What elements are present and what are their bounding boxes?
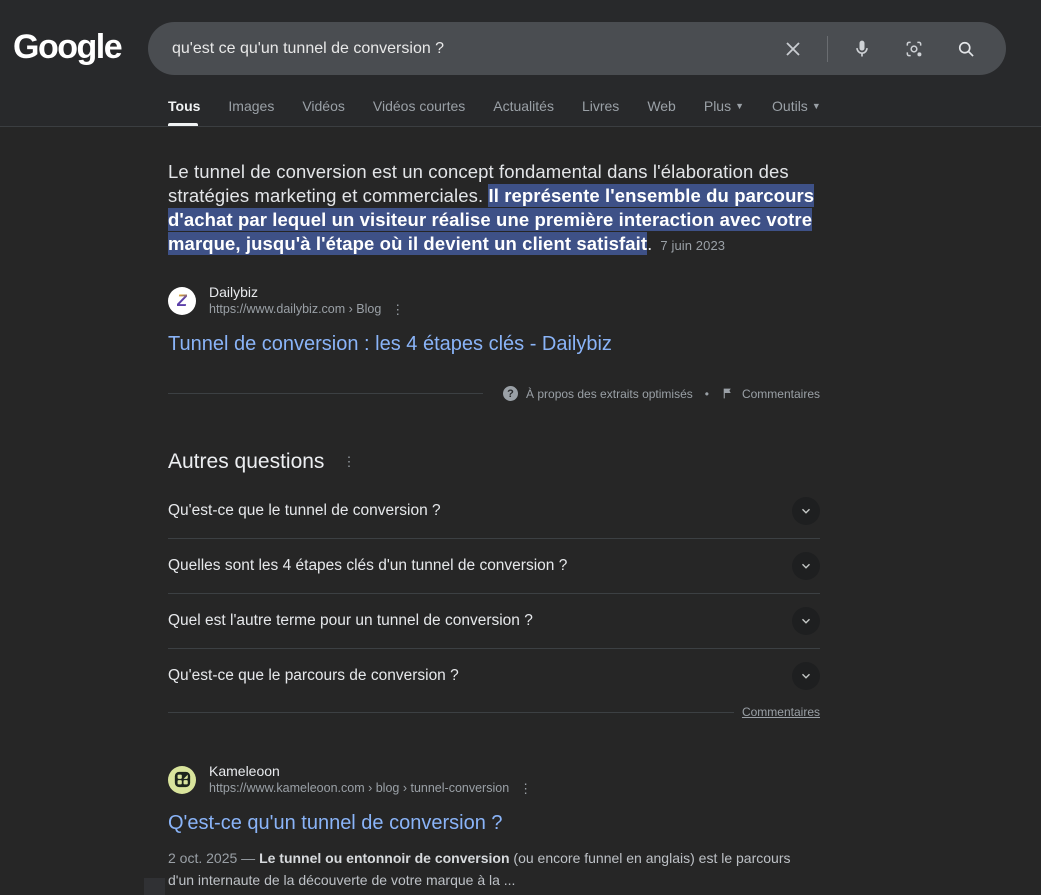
chevron-down-icon: ▼ <box>735 101 744 111</box>
tab-web[interactable]: Web <box>647 98 676 126</box>
search-icon[interactable] <box>946 29 986 69</box>
organic-result: Kameleoon https://www.kameleoon.com › bl… <box>168 762 820 891</box>
microphone-icon[interactable] <box>842 29 882 69</box>
tab-actualites[interactable]: Actualités <box>493 98 554 126</box>
site-name: Dailybiz <box>209 283 404 301</box>
flag-icon <box>721 387 734 400</box>
snippet-text-period: . <box>647 233 652 254</box>
expand-chevron-icon[interactable] <box>792 607 820 635</box>
paa-question-row[interactable]: Quelles sont les 4 étapes clés d'un tunn… <box>168 539 820 594</box>
about-snippets-link[interactable]: À propos des extraits optimisés <box>526 387 693 401</box>
featured-result-title-link[interactable]: Tunnel de conversion : les 4 étapes clés… <box>168 333 612 356</box>
dailybiz-favicon-icon: Z <box>168 287 196 315</box>
lens-camera-icon[interactable] <box>894 29 934 69</box>
people-also-ask-title: Autres questions <box>168 450 324 474</box>
kebab-menu-icon[interactable]: ⋮ <box>519 784 532 794</box>
search-header: Google qu'est ce qu'un tunnel de convers… <box>0 0 1041 127</box>
tab-videos[interactable]: Vidéos <box>302 98 345 126</box>
result-tabs: Tous Images Vidéos Vidéos courtes Actual… <box>168 88 821 126</box>
kebab-menu-icon[interactable]: ⋮ <box>391 305 404 315</box>
expand-chevron-icon[interactable] <box>792 552 820 580</box>
chevron-down-icon: ▼ <box>812 101 821 111</box>
paa-question-row[interactable]: Quel est l'autre terme pour un tunnel de… <box>168 594 820 649</box>
site-url: https://www.kameleoon.com › blog › tunne… <box>209 780 509 797</box>
browser-status-sliver <box>144 878 165 895</box>
tab-livres[interactable]: Livres <box>582 98 619 126</box>
result-source[interactable]: Kameleoon https://www.kameleoon.com › bl… <box>168 762 820 797</box>
expand-chevron-icon[interactable] <box>792 662 820 690</box>
featured-snippet-text: Le tunnel de conversion est un concept f… <box>168 160 820 258</box>
tab-videos-courtes[interactable]: Vidéos courtes <box>373 98 465 126</box>
paa-question-row[interactable]: Qu'est-ce que le parcours de conversion … <box>168 649 820 703</box>
tab-images[interactable]: Images <box>228 98 274 126</box>
results-area: Le tunnel de conversion est un concept f… <box>0 127 1041 891</box>
snippet-date: 7 juin 2023 <box>660 238 725 253</box>
kebab-menu-icon[interactable]: ⋮ <box>342 457 355 467</box>
result-date: 2 oct. 2025 — <box>168 850 259 866</box>
people-also-ask-list: Qu'est-ce que le tunnel de conversion ? … <box>168 484 820 703</box>
paa-question-row[interactable]: Qu'est-ce que le tunnel de conversion ? <box>168 484 820 539</box>
featured-snippet-source[interactable]: Z Dailybiz https://www.dailybiz.com › Bl… <box>168 283 820 318</box>
dot-separator: • <box>705 387 709 401</box>
result-description: 2 oct. 2025 — Le tunnel ou entonnoir de … <box>168 847 820 891</box>
tab-tous[interactable]: Tous <box>168 98 200 126</box>
help-icon[interactable]: ? <box>503 386 518 401</box>
expand-chevron-icon[interactable] <box>792 497 820 525</box>
paa-feedback-link[interactable]: Commentaires <box>742 705 820 719</box>
divider-line <box>168 393 483 394</box>
google-logo[interactable]: Google <box>13 28 121 67</box>
result-title-link[interactable]: Q'est-ce qu'un tunnel de conversion ? <box>168 812 503 835</box>
clear-icon[interactable] <box>773 29 813 69</box>
site-url: https://www.dailybiz.com › Blog <box>209 301 381 318</box>
kameleoon-favicon-icon <box>168 766 196 794</box>
site-name: Kameleoon <box>209 762 532 780</box>
search-box[interactable]: qu'est ce qu'un tunnel de conversion ? <box>148 22 1006 75</box>
snippet-footer: ? À propos des extraits optimisés • Comm… <box>168 386 820 401</box>
divider-line <box>168 712 734 713</box>
feedback-link[interactable]: Commentaires <box>742 387 820 401</box>
tab-plus[interactable]: Plus▼ <box>704 98 744 126</box>
tab-outils[interactable]: Outils▼ <box>772 98 821 126</box>
search-divider <box>827 36 828 62</box>
search-input[interactable]: qu'est ce qu'un tunnel de conversion ? <box>172 40 773 58</box>
